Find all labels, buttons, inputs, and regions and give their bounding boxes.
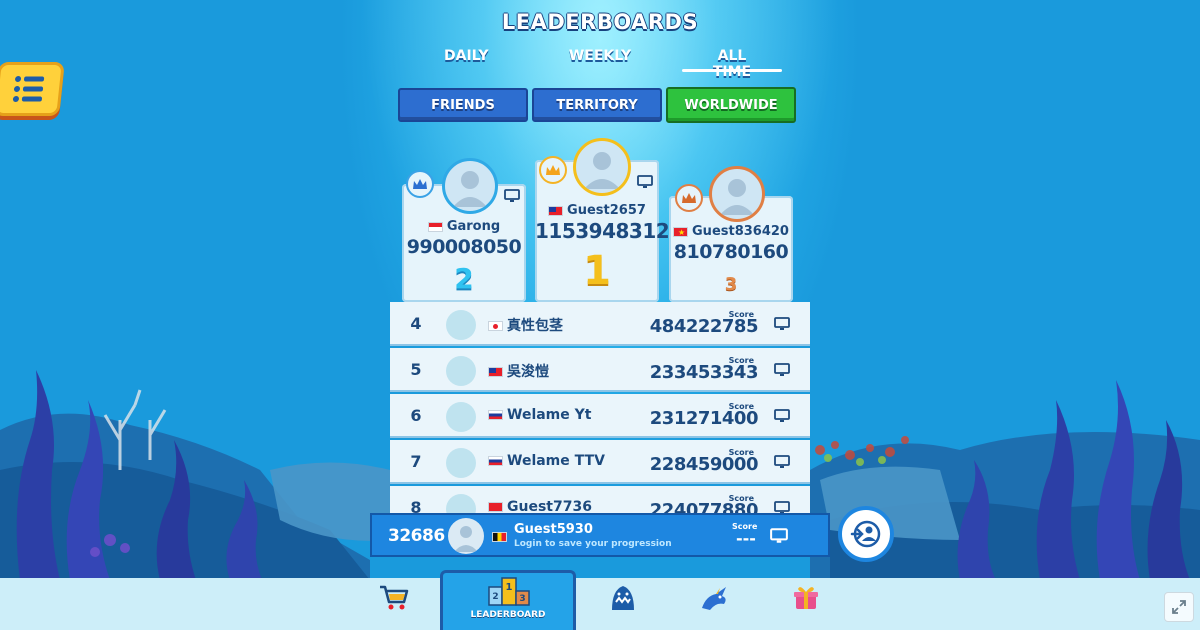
table-row[interactable]: 7 Welame TTV Score 228459000 [390, 440, 810, 484]
dragon-icon [702, 587, 726, 610]
desktop-icon [774, 363, 790, 376]
player-score: 810780160 [673, 241, 789, 263]
table-row[interactable]: 5 吳浚愷 Score 233453343 [390, 348, 810, 392]
desktop-icon [774, 317, 790, 330]
row-rank: 5 [410, 360, 422, 379]
player-score: 484222785 [649, 316, 759, 337]
svg-text:1: 1 [506, 582, 513, 593]
player-score: 990008050 [406, 236, 522, 258]
period-tabs: DAILY WEEKLY ALL TIME [420, 48, 800, 80]
tab-worldwide[interactable]: WORLDWIDE [666, 87, 796, 123]
flag-belgium-icon [492, 532, 507, 542]
svg-text:2: 2 [492, 592, 498, 602]
podium-card-3[interactable]: ★ Guest836420 810780160 3 [669, 166, 793, 302]
player-name: Guest5930 [514, 522, 593, 537]
tab-territory[interactable]: TERRITORY [532, 88, 662, 122]
desktop-icon [637, 175, 653, 188]
player-score: 228459000 [649, 454, 759, 475]
avatar [573, 138, 631, 196]
tab-friends[interactable]: FRIENDS [398, 88, 528, 122]
fullscreen-button[interactable] [1164, 592, 1194, 622]
desktop-icon [774, 501, 790, 514]
player-name: Guest2657 [567, 203, 646, 218]
player-score: 1153948312 [535, 219, 670, 243]
table-row[interactable]: 4 真性包茎 Score 484222785 [390, 302, 810, 346]
menu-button[interactable] [0, 62, 65, 116]
flag-japan-icon [488, 321, 503, 331]
avatar [448, 518, 484, 554]
nav-creatures[interactable] [698, 584, 730, 612]
shark-icon [612, 586, 634, 610]
crown-icon [539, 156, 567, 184]
desktop-icon [774, 409, 790, 422]
ranking-list[interactable]: 4 真性包茎 Score 484222785 5 吳浚愷 Score 23345… [390, 302, 810, 514]
flag-taiwan-icon [488, 367, 503, 377]
nav-shop[interactable] [378, 584, 410, 612]
tab-all-time[interactable]: ALL TIME [682, 48, 782, 80]
player-name: Garong [446, 219, 501, 234]
avatar [442, 158, 498, 214]
gift-icon [794, 587, 818, 609]
table-row[interactable]: 8 Guest7736 Score 224077880 [390, 486, 810, 514]
nav-rewards[interactable] [792, 584, 820, 612]
avatar [446, 402, 476, 432]
row-rank: 8 [410, 498, 422, 514]
row-rank: 7 [410, 452, 422, 471]
tab-weekly[interactable]: WEEKLY [568, 48, 632, 64]
crown-icon [406, 170, 434, 198]
player-score: 233453343 [649, 362, 759, 383]
avatar [446, 448, 476, 478]
avatar [446, 494, 476, 514]
flag-russia-icon [488, 456, 503, 466]
row-rank: 4 [410, 314, 422, 333]
bottom-nav [0, 578, 1200, 630]
expand-icon [1172, 600, 1186, 614]
player-name: Guest836420 [692, 224, 789, 239]
player-name: Welame Yt [507, 407, 592, 423]
flag-indonesia-icon [427, 221, 443, 232]
nav-leaderboard-label: LEADERBOARD [470, 610, 546, 620]
avatar [446, 310, 476, 340]
list-menu-icon [12, 76, 45, 102]
player-name: Guest7736 [507, 499, 592, 514]
avatar [709, 166, 765, 222]
table-row[interactable]: 6 Welame Yt Score 231271400 [390, 394, 810, 438]
login-prompt-text: Login to save your progression [514, 539, 672, 549]
flag-vietnam-icon: ★ [673, 226, 689, 237]
rank-number: 2 [454, 262, 474, 295]
desktop-icon [774, 455, 790, 468]
player-rank: 32686 [388, 526, 445, 546]
svg-text:3: 3 [519, 594, 525, 604]
page-title: LEADERBOARDS [501, 10, 699, 34]
tab-daily[interactable]: DAILY [444, 48, 489, 64]
rank-number: 1 [583, 248, 611, 294]
player-name: 真性包茎 [507, 318, 563, 334]
nav-leaderboard[interactable]: 2 1 3 LEADERBOARD [440, 570, 576, 630]
rank-number: 3 [724, 274, 738, 295]
player-score: --- [736, 529, 756, 548]
row-rank: 6 [410, 406, 422, 425]
player-score: 224077880 [649, 500, 759, 514]
login-button[interactable] [838, 506, 894, 562]
shopping-cart-icon [380, 585, 409, 610]
player-score: 231271400 [649, 408, 759, 429]
flag-russia-icon [488, 410, 503, 420]
avatar [446, 356, 476, 386]
flag-taiwan-icon [548, 205, 564, 216]
flag-icon [488, 502, 503, 512]
desktop-icon [770, 528, 788, 543]
nav-sharks[interactable] [608, 584, 638, 612]
login-icon [850, 520, 881, 548]
podium-card-1[interactable]: Guest2657 1153948312 1 [535, 138, 670, 302]
desktop-icon [504, 189, 520, 202]
crown-icon [675, 184, 703, 212]
current-player-row[interactable]: 32686 Guest5930 Login to save your progr… [370, 513, 830, 557]
player-name: 吳浚愷 [507, 364, 549, 380]
podium-icon: 2 1 3 [488, 577, 530, 606]
player-name: Welame TTV [507, 453, 605, 469]
podium-card-2[interactable]: Garong 990008050 2 [402, 158, 526, 302]
